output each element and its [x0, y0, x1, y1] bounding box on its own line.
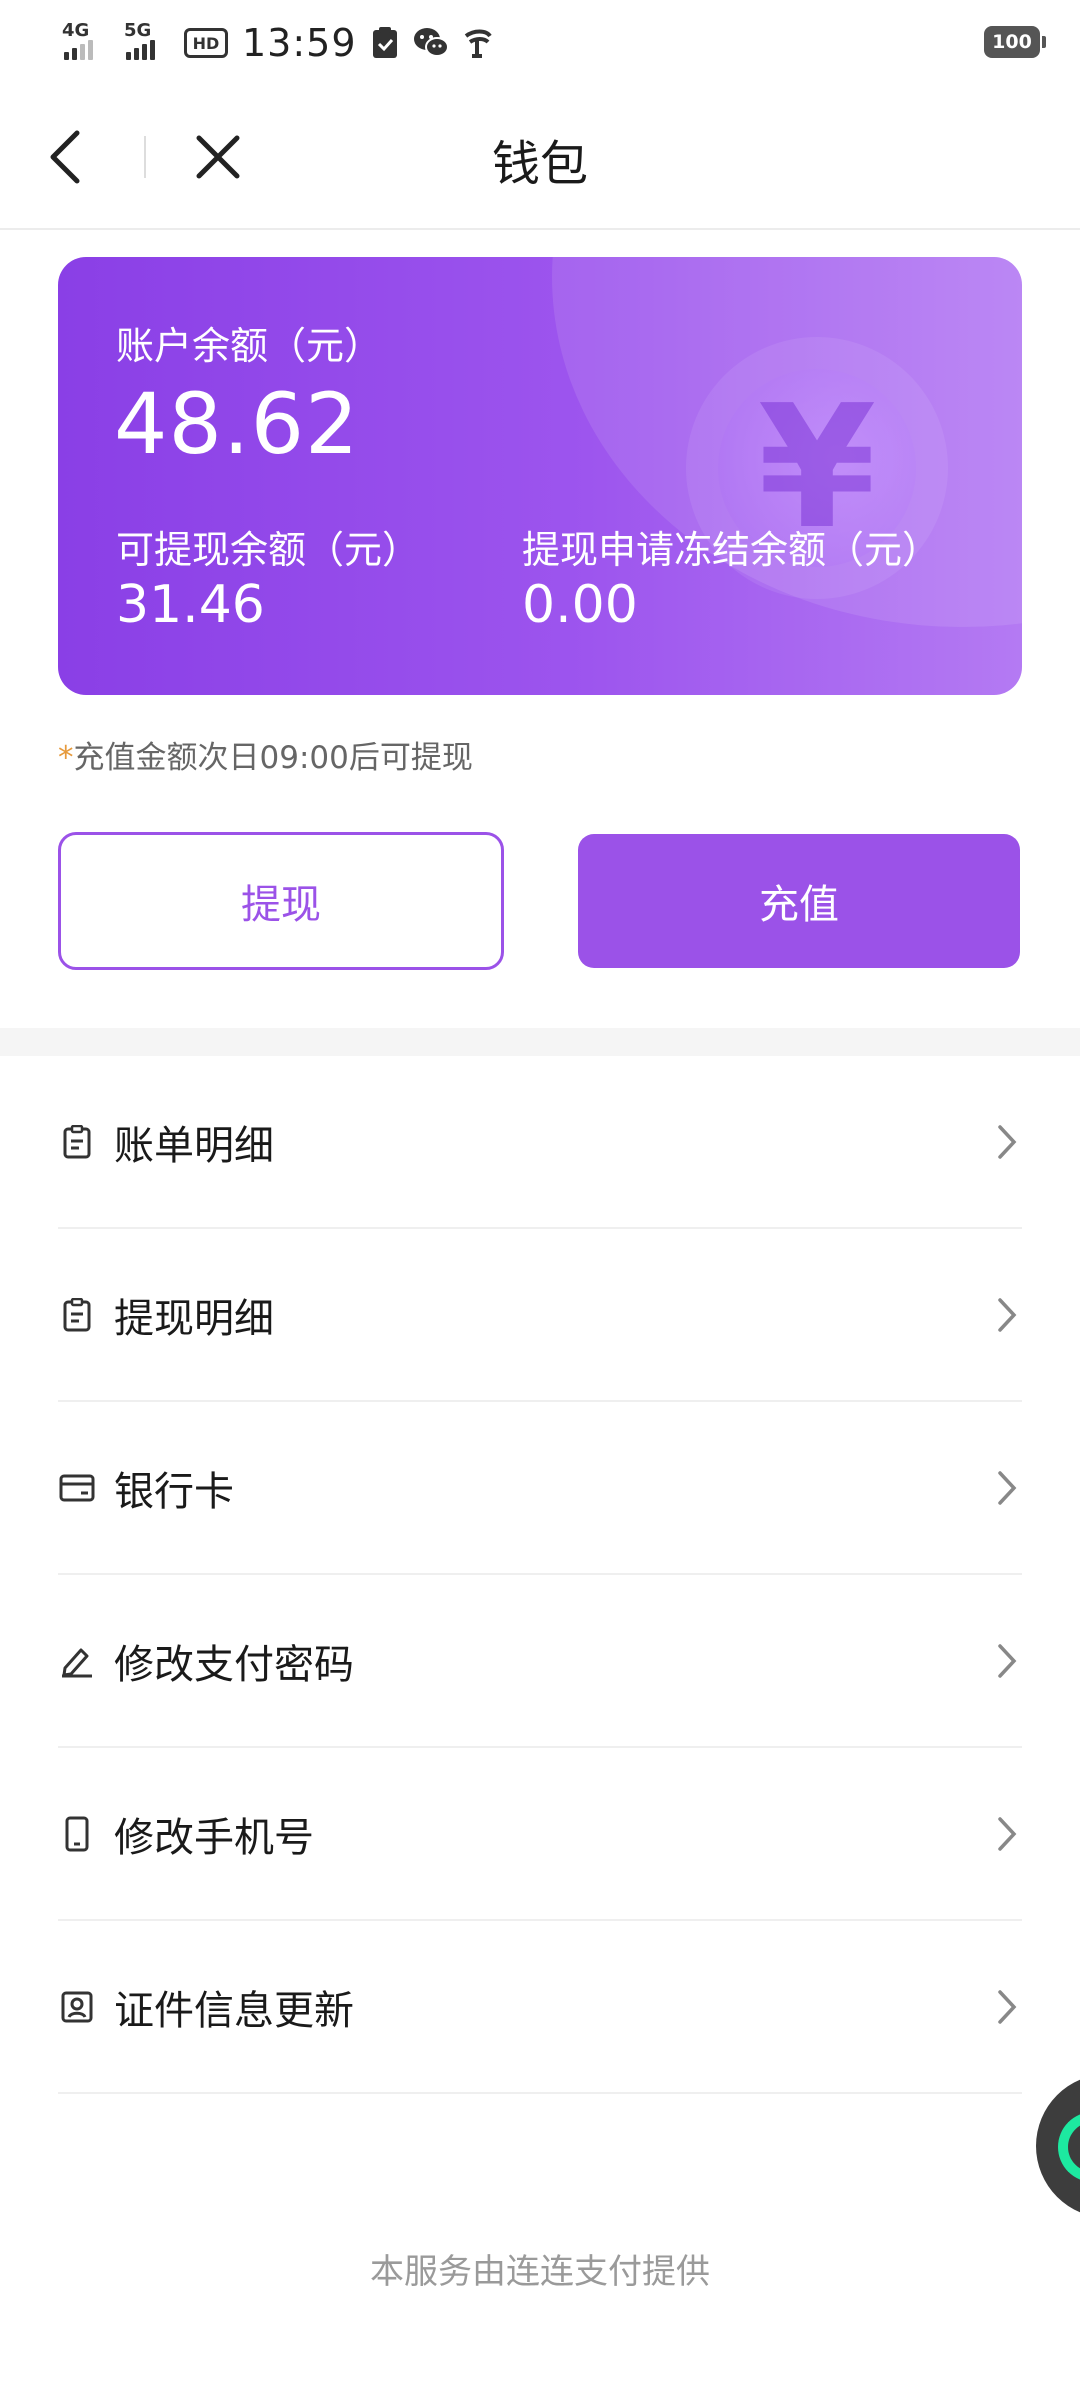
frozen-balance-label: 提现申请冻结余额（元）	[522, 528, 941, 572]
telecom-icon	[459, 25, 495, 61]
menu-item-label: 修改手机号	[114, 1814, 314, 1861]
menu-item-label: 修改支付密码	[114, 1641, 354, 1688]
section-divider	[0, 1028, 1080, 1056]
menu-item-label: 证件信息更新	[114, 1987, 354, 2034]
clipboard-icon	[58, 1296, 96, 1334]
withdraw-button[interactable]: 提现	[58, 832, 504, 970]
phone-icon	[58, 1815, 96, 1853]
clipboard-icon	[58, 1123, 96, 1161]
frozen-balance-value: 0.00	[522, 575, 638, 635]
menu-item-change-pay-password[interactable]: 修改支付密码	[58, 1575, 1022, 1748]
account-balance-value: 48.62	[114, 375, 360, 473]
account-balance-label: 账户余额（元）	[116, 324, 383, 368]
signal-5g-label: 5G	[124, 20, 152, 41]
menu-item-bank-card[interactable]: 银行卡	[58, 1402, 1022, 1575]
menu-item-change-phone[interactable]: 修改手机号	[58, 1748, 1022, 1921]
id-badge-icon	[58, 1988, 96, 2026]
status-bar: 4G 5G HD 13:59 100	[0, 0, 1080, 84]
notice-asterisk: *	[58, 740, 74, 776]
menu-item-bill-details[interactable]: 账单明细	[58, 1056, 1022, 1229]
signal-4g-label: 4G	[62, 20, 90, 41]
nav-bar: 钱包	[0, 84, 1080, 230]
clipboard-check-icon	[367, 25, 403, 61]
withdrawable-balance-label: 可提现余额（元）	[116, 528, 421, 572]
wallet-menu: 账单明细 提现明细 银行卡 修改支付密码 修改手机号 证件信息更新	[58, 1056, 1022, 2094]
notice-text: 充值金额次日09:00后可提现	[73, 740, 473, 776]
assistant-ring-icon	[1058, 2112, 1080, 2182]
status-left: 4G 5G HD 13:59	[60, 18, 495, 68]
wechat-icon	[413, 25, 449, 61]
chevron-right-icon	[992, 1639, 1022, 1683]
hd-icon: HD	[184, 28, 228, 58]
menu-item-id-update[interactable]: 证件信息更新	[58, 1921, 1022, 2094]
battery-indicator: 100	[984, 26, 1046, 58]
floating-assistant-button[interactable]	[1036, 2074, 1080, 2218]
signal-4g-icon: 4G	[60, 20, 112, 64]
menu-item-label: 账单明细	[114, 1122, 274, 1169]
recharge-notice: *充值金额次日09:00后可提现	[58, 732, 473, 777]
chevron-right-icon	[992, 1985, 1022, 2029]
chevron-right-icon	[992, 1812, 1022, 1856]
menu-item-label: 银行卡	[114, 1468, 234, 1515]
menu-item-withdraw-details[interactable]: 提现明细	[58, 1229, 1022, 1402]
chevron-right-icon	[992, 1466, 1022, 1510]
menu-item-label: 提现明细	[114, 1295, 274, 1342]
chevron-right-icon	[992, 1120, 1022, 1164]
chevron-right-icon	[992, 1293, 1022, 1337]
status-time: 13:59	[242, 21, 357, 65]
page-title: 钱包	[491, 136, 588, 192]
provider-footer: 本服务由连连支付提供	[370, 2252, 710, 2292]
wallet-screen: 4G 5G HD 13:59 100 钱包 ¥ 账户余额（元） 48.62 可提…	[0, 0, 1080, 2400]
card-icon	[58, 1469, 96, 1507]
withdrawable-balance-value: 31.46	[116, 575, 265, 635]
signal-5g-icon: 5G	[122, 20, 174, 64]
pen-icon	[58, 1642, 96, 1680]
recharge-button[interactable]: 充值	[578, 834, 1020, 968]
balance-card: ¥ 账户余额（元） 48.62 可提现余额（元） 31.46 提现申请冻结余额（…	[58, 257, 1022, 695]
